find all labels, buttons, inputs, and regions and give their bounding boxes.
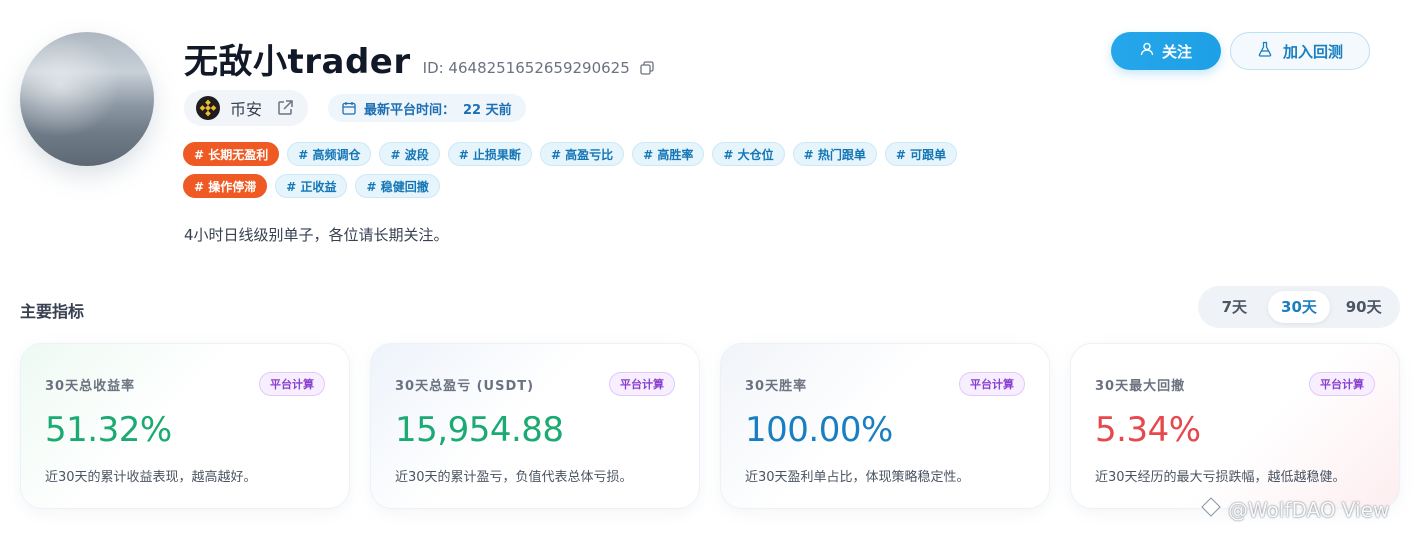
backtest-label: 加入回测 xyxy=(1282,43,1343,61)
trader-profile-page: 无敌小trader ID: 4648251652659290625 币安 最新平… xyxy=(0,0,1425,534)
metric-label: 30天总收益率 xyxy=(45,378,136,394)
range-option-90d[interactable]: 90天 xyxy=(1333,291,1395,323)
copy-icon[interactable] xyxy=(640,60,654,75)
metric-card-drawdown: 30天最大回撤 平台计算 5.34% 近30天经历的最大亏损跌幅，越低越稳健。 xyxy=(1070,343,1400,509)
section-title: 主要指标 xyxy=(20,302,85,321)
metric-description: 近30天的累计收益表现，越高越好。 xyxy=(45,470,257,485)
user-icon xyxy=(1140,42,1154,60)
metric-card-pnl: 30天总盈亏 (USDT) 平台计算 15,954.88 近30天的累计盈亏，负… xyxy=(370,343,700,509)
metric-value: 100.00% xyxy=(745,410,893,450)
metric-description: 近30天经历的最大亏损跌幅，越低越稳健。 xyxy=(1095,470,1346,485)
metric-value: 15,954.88 xyxy=(395,410,564,450)
calendar-icon xyxy=(342,101,356,115)
metric-card-return: 30天总收益率 平台计算 51.32% 近30天的累计收益表现，越高越好。 xyxy=(20,343,350,509)
platform-badge: 平台计算 xyxy=(259,372,325,396)
exchange-name: 币安 xyxy=(230,100,263,119)
latest-time-label: 最新平台时间： xyxy=(364,102,456,118)
flask-icon xyxy=(1257,41,1273,61)
tag[interactable]: # 长期无盈利 xyxy=(183,142,280,166)
avatar xyxy=(20,32,154,166)
range-switch: 7天 30天 90天 xyxy=(1198,286,1400,328)
trader-bio: 4小时日线级别单子，各位请长期关注。 xyxy=(184,226,449,244)
metric-label: 30天总盈亏 (USDT) xyxy=(395,378,535,394)
tag[interactable]: # 高盈亏比 xyxy=(539,142,625,166)
trader-name: 无敌小trader xyxy=(184,42,411,82)
exchange-chip[interactable]: 币安 xyxy=(184,90,309,126)
platform-badge: 平台计算 xyxy=(959,372,1025,396)
tag[interactable]: # 稳健回撤 xyxy=(355,174,440,198)
tag-list: # 长期无盈利 # 高频调仓 # 波段 # 止损果断 # 高盈亏比 # 高胜率 # 大仓位 #… xyxy=(183,142,1043,198)
tag[interactable]: # 波段 xyxy=(379,142,440,166)
tag[interactable]: # 操作停滞 xyxy=(183,174,268,198)
range-option-7d[interactable]: 7天 xyxy=(1203,291,1265,323)
external-link-icon[interactable] xyxy=(276,99,294,117)
follow-button[interactable]: 关注 xyxy=(1111,32,1221,70)
platform-badge: 平台计算 xyxy=(1309,372,1375,396)
watermark-text: @WolfDAO View xyxy=(1228,497,1390,522)
tag[interactable]: # 大仓位 xyxy=(712,142,785,166)
tag[interactable]: # 可跟单 xyxy=(884,142,958,166)
tag[interactable]: # 热门跟单 xyxy=(792,142,877,166)
metric-description: 近30天的累计盈亏，负值代表总体亏损。 xyxy=(395,470,633,485)
metric-label: 30天最大回撤 xyxy=(1095,378,1186,394)
watermark: @WolfDAO View xyxy=(1200,496,1389,523)
add-backtest-button[interactable]: 加入回测 xyxy=(1230,32,1370,70)
metric-value: 5.34% xyxy=(1095,410,1201,450)
diamond-icon xyxy=(1200,496,1222,523)
follow-label: 关注 xyxy=(1161,43,1192,61)
latest-time-chip: 最新平台时间： 22 天前 xyxy=(328,94,526,122)
trader-id: ID: 4648251652659290625 xyxy=(422,59,630,77)
latest-time-value: 22 天前 xyxy=(463,102,512,118)
metric-description: 近30天盈利单占比，体现策略稳定性。 xyxy=(745,470,970,485)
tag[interactable]: # 止损果断 xyxy=(447,142,532,166)
tag[interactable]: # 高胜率 xyxy=(632,142,705,166)
binance-icon xyxy=(196,96,220,120)
platform-badge: 平台计算 xyxy=(609,372,675,396)
title-row: 无敌小trader ID: 4648251652659290625 xyxy=(184,34,654,83)
tag[interactable]: # 正收益 xyxy=(275,174,348,198)
range-option-30d[interactable]: 30天 xyxy=(1267,291,1330,323)
metric-value: 51.32% xyxy=(45,410,172,450)
metric-card-winrate: 30天胜率 平台计算 100.00% 近30天盈利单占比，体现策略稳定性。 xyxy=(720,343,1050,509)
tag[interactable]: # 高频调仓 xyxy=(287,142,372,166)
metric-label: 30天胜率 xyxy=(745,378,808,394)
